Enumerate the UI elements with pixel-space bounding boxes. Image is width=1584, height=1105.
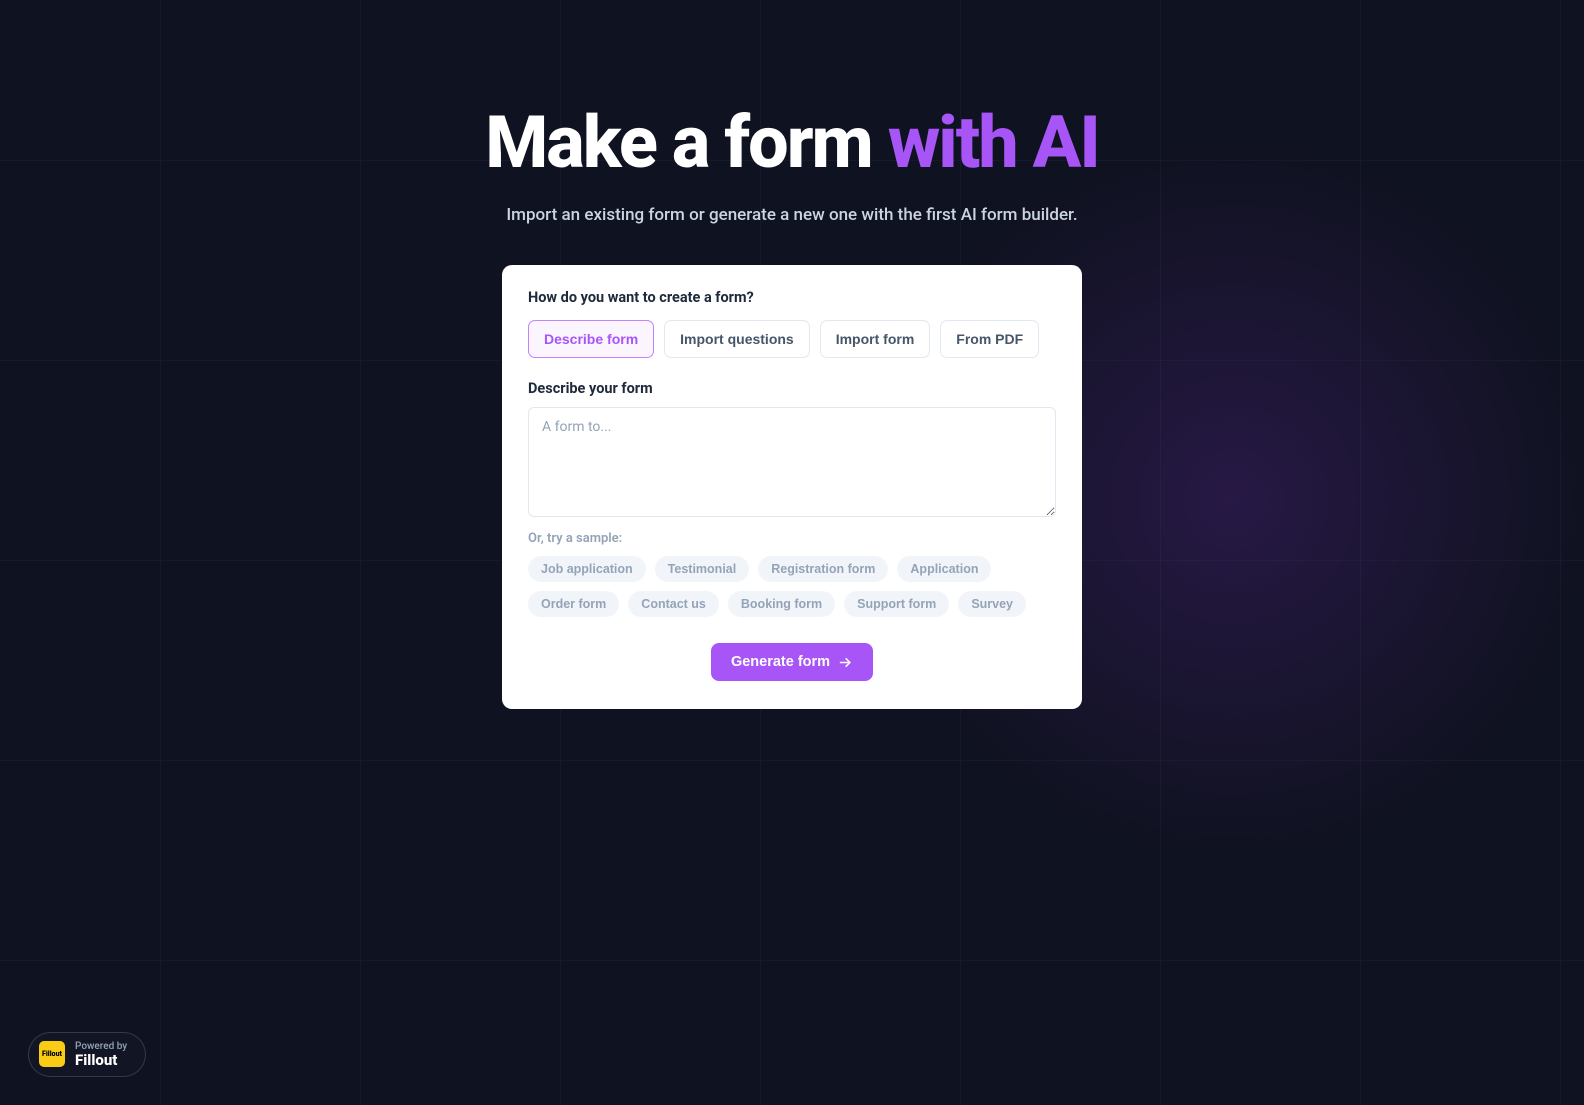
sample-label: Or, try a sample: bbox=[528, 531, 1056, 546]
tab-import-questions[interactable]: Import questions bbox=[664, 320, 810, 358]
generate-form-button[interactable]: Generate form bbox=[711, 643, 873, 681]
generate-form-label: Generate form bbox=[731, 654, 830, 670]
sample-booking-form[interactable]: Booking form bbox=[728, 591, 835, 617]
sample-chips: Job application Testimonial Registration… bbox=[528, 556, 1056, 617]
sample-contact-us[interactable]: Contact us bbox=[628, 591, 719, 617]
fillout-logo-icon: Fillout bbox=[39, 1041, 65, 1067]
powered-by-brand: Fillout bbox=[75, 1052, 127, 1069]
tab-from-pdf[interactable]: From PDF bbox=[940, 320, 1039, 358]
sample-support-form[interactable]: Support form bbox=[844, 591, 949, 617]
sample-registration-form[interactable]: Registration form bbox=[758, 556, 888, 582]
hero-title: Make a form with AI bbox=[485, 100, 1099, 185]
describe-form-label: Describe your form bbox=[528, 380, 1056, 397]
hero-subtitle: Import an existing form or generate a ne… bbox=[506, 205, 1077, 225]
create-method-tabs: Describe form Import questions Import fo… bbox=[528, 320, 1056, 358]
sample-survey[interactable]: Survey bbox=[958, 591, 1026, 617]
arrow-right-icon bbox=[838, 655, 853, 670]
tab-describe-form[interactable]: Describe form bbox=[528, 320, 654, 358]
tab-import-form[interactable]: Import form bbox=[820, 320, 931, 358]
describe-form-input[interactable] bbox=[528, 407, 1056, 517]
create-method-prompt: How do you want to create a form? bbox=[528, 289, 1056, 306]
sample-application[interactable]: Application bbox=[897, 556, 991, 582]
sample-order-form[interactable]: Order form bbox=[528, 591, 619, 617]
powered-by-badge[interactable]: Fillout Powered by Fillout bbox=[28, 1032, 146, 1078]
sample-job-application[interactable]: Job application bbox=[528, 556, 646, 582]
form-builder-card: How do you want to create a form? Descri… bbox=[502, 265, 1082, 709]
hero-title-accent: with AI bbox=[888, 100, 1099, 185]
hero-title-main: Make a form bbox=[485, 100, 887, 185]
sample-testimonial[interactable]: Testimonial bbox=[655, 556, 750, 582]
powered-by-label: Powered by bbox=[75, 1041, 127, 1052]
